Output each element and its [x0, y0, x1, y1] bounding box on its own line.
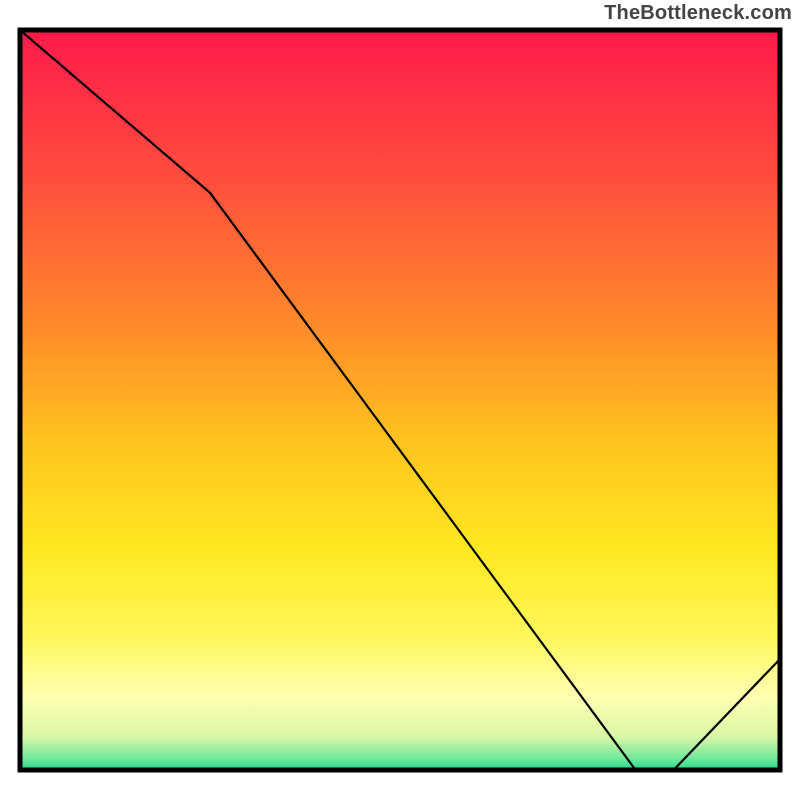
bottleneck-chart: TheBottleneck.com — [0, 0, 800, 800]
watermark-text: TheBottleneck.com — [604, 2, 792, 25]
plot-background — [20, 30, 780, 770]
chart-svg — [0, 0, 800, 800]
